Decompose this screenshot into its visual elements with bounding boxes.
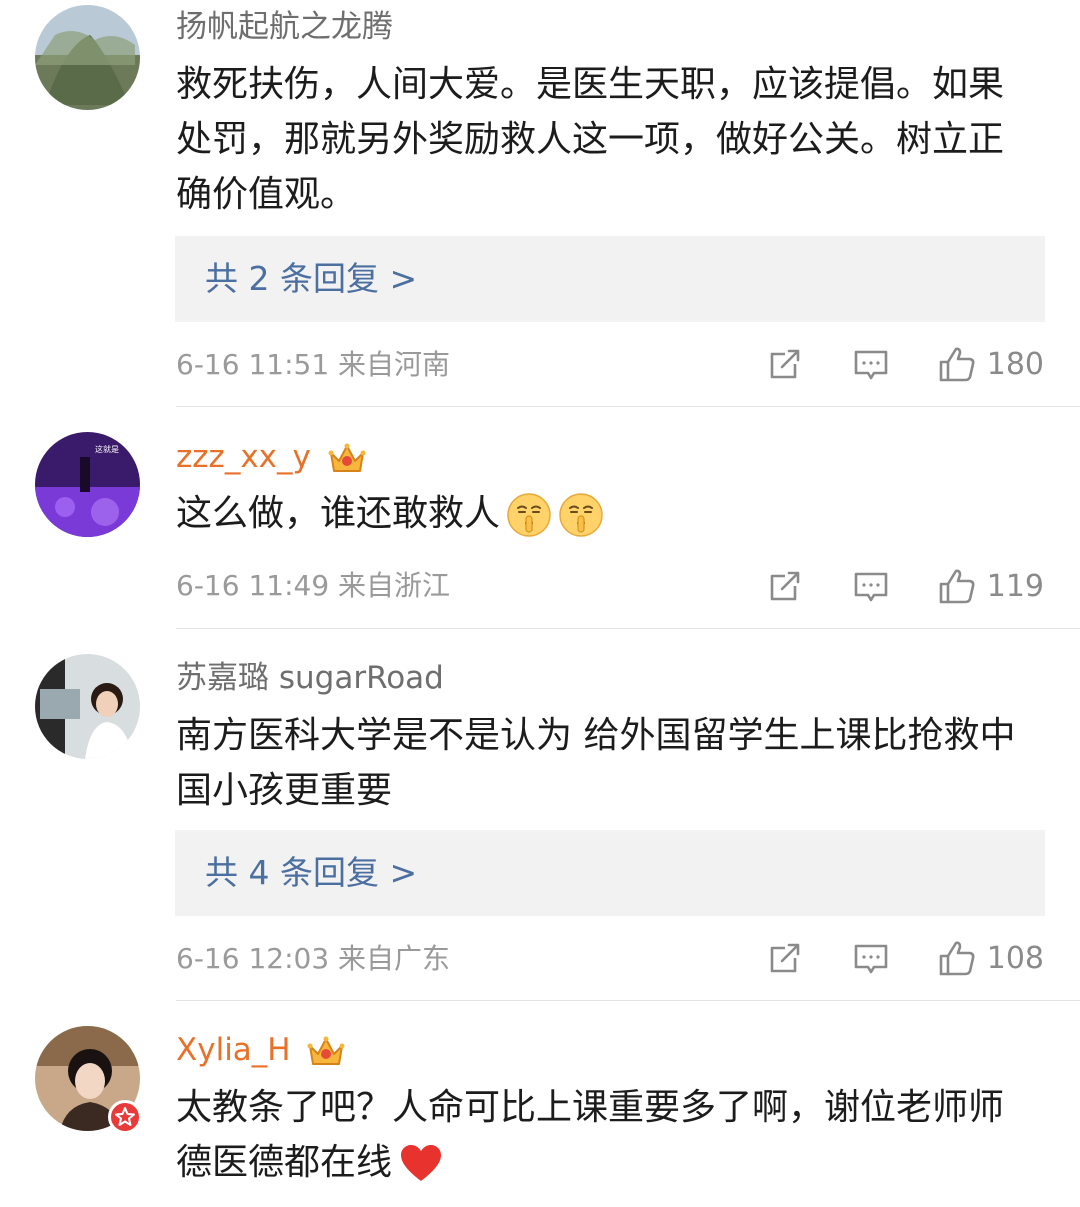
comment-meta: 6-16 11:49 来自浙江: [176, 569, 451, 602]
comment-text: 这么做，谁还敢救人: [176, 486, 1026, 541]
reply-box[interactable]: 共 4 条回复 >: [175, 830, 1045, 916]
comment-icon[interactable]: [851, 344, 891, 384]
comment-icon[interactable]: [851, 566, 891, 606]
action-bar: 119: [765, 564, 1044, 608]
thumbs-up-icon: [937, 344, 977, 384]
action-bar: 180: [765, 342, 1044, 386]
comment-text: 救死扶伤，人间大爱。是医生天职，应该提倡。如果处罚，那就另外奖励救人这一项，做好…: [176, 64, 1005, 215]
like-count: 180: [986, 346, 1044, 382]
avatar[interactable]: 这就是: [35, 432, 140, 537]
divider: [176, 1000, 1080, 1001]
username[interactable]: Xylia_H: [176, 1030, 346, 1070]
comment-text-content: 太教条了吧？人命可比上课重要多了啊，谢位老师师德医德都在线: [176, 1087, 1005, 1183]
avatar[interactable]: [35, 654, 140, 759]
avatar[interactable]: [35, 5, 140, 110]
svg-text:这就是: 这就是: [95, 444, 119, 454]
action-bar: 108: [765, 936, 1044, 980]
star-badge-icon: [108, 1100, 142, 1134]
reply-box[interactable]: 共 2 条回复 >: [175, 236, 1045, 322]
share-icon[interactable]: [765, 938, 805, 978]
thumbs-up-icon: [937, 938, 977, 978]
username[interactable]: 扬帆起航之龙腾: [176, 7, 393, 47]
reply-count-link[interactable]: 共 2 条回复 >: [205, 236, 417, 322]
like-count: 108: [986, 940, 1044, 976]
thumbs-up-icon: [937, 566, 977, 606]
red-heart-emoji: [401, 1145, 442, 1181]
crown-icon: [306, 1034, 346, 1070]
username-text[interactable]: Xylia_H: [176, 1032, 291, 1068]
like-button[interactable]: 108: [937, 938, 1044, 978]
like-button[interactable]: 180: [937, 344, 1044, 384]
shush-face-emoji: [506, 492, 552, 538]
crown-icon: [327, 441, 367, 477]
comment-text: 南方医科大学是不是认为 给外国留学生上课比抢救中国小孩更重要: [176, 715, 1016, 811]
like-count: 119: [986, 568, 1044, 604]
comment-text-content: 这么做，谁还敢救人: [176, 493, 501, 534]
divider: [176, 406, 1080, 407]
share-icon[interactable]: [765, 566, 805, 606]
username[interactable]: 苏嘉璐 sugarRoad: [176, 658, 444, 698]
divider: [176, 628, 1080, 629]
like-button[interactable]: 119: [937, 566, 1044, 606]
username[interactable]: zzz_xx_y: [176, 437, 367, 477]
comment-meta: 6-16 12:03 来自广东: [176, 942, 451, 975]
username-text[interactable]: zzz_xx_y: [176, 439, 311, 475]
comment-meta: 6-16 11:51 来自河南: [176, 348, 451, 381]
share-icon[interactable]: [765, 344, 805, 384]
comment-icon[interactable]: [851, 938, 891, 978]
comment-text: 太教条了吧？人命可比上课重要多了啊，谢位老师师德医德都在线: [176, 1080, 1026, 1190]
shush-face-emoji: [558, 492, 604, 538]
reply-count-link[interactable]: 共 4 条回复 >: [205, 830, 417, 916]
